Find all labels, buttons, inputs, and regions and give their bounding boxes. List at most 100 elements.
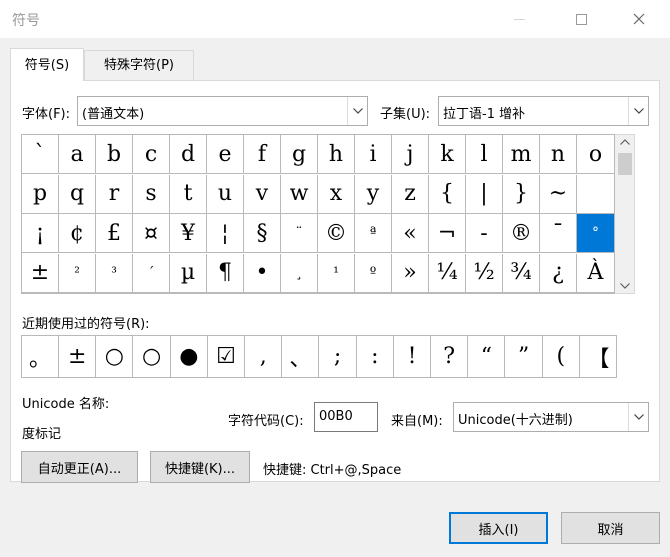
symbol-cell[interactable]: ® <box>503 214 540 253</box>
recent-symbol-cell[interactable]: , <box>245 336 283 377</box>
symbol-cell[interactable]: x <box>318 174 355 214</box>
shortcut-key-button[interactable]: 快捷键(K)... <box>150 451 250 483</box>
symbol-cell[interactable]: ¶ <box>207 253 244 293</box>
symbol-cell[interactable]: ¯ <box>540 214 577 253</box>
symbol-cell[interactable]: c <box>133 135 170 174</box>
symbol-cell[interactable]: t <box>170 174 207 214</box>
symbol-cell[interactable]: o <box>577 135 614 174</box>
symbol-cell[interactable]: ½ <box>466 253 503 293</box>
symbol-cell[interactable]: - <box>466 214 503 253</box>
recent-symbol-cell[interactable]: ○ <box>96 336 134 377</box>
symbol-cell[interactable]: º <box>355 253 392 293</box>
recent-symbol-cell[interactable]: : <box>357 336 394 377</box>
recent-symbol-cell[interactable]: ● <box>171 336 208 377</box>
recent-symbol-cell[interactable]: ☑ <box>208 336 245 377</box>
symbol-cell[interactable]: | <box>466 174 503 214</box>
symbol-cell[interactable]: n <box>540 135 577 174</box>
symbol-cell[interactable]: ± <box>22 253 59 293</box>
insert-button[interactable]: 插入(I) <box>449 512 548 544</box>
symbol-cell[interactable]: ¤ <box>133 214 170 253</box>
recent-symbol-cell[interactable]: ” <box>506 336 543 377</box>
symbol-cell[interactable]: » <box>392 253 429 293</box>
symbol-cell[interactable]: f <box>244 135 281 174</box>
symbol-cell[interactable]: ~ <box>540 174 577 214</box>
symbol-cell[interactable]: ¦ <box>207 214 244 253</box>
scroll-down-icon[interactable] <box>620 283 630 289</box>
symbol-cell[interactable]: ¨ <box>281 214 318 253</box>
recent-symbol-cell[interactable]: ± <box>59 336 97 377</box>
symbol-cell[interactable]: ¾ <box>503 253 540 293</box>
recent-symbol-cell[interactable]: ○ <box>134 336 171 377</box>
subset-select[interactable]: 拉丁语-1 增补 <box>438 96 649 126</box>
symbol-cell[interactable]: y <box>355 174 392 214</box>
symbol-cell[interactable]: e <box>207 135 244 174</box>
recent-symbol-cell[interactable]: ( <box>543 336 580 377</box>
recent-symbol-cell[interactable]: 、 <box>282 336 320 377</box>
symbol-cell[interactable]: } <box>503 174 540 214</box>
symbol-cell[interactable]: § <box>244 214 281 253</box>
symbol-cell[interactable]: À <box>577 254 614 293</box>
symbol-cell[interactable]: ¡ <box>22 214 59 253</box>
symbol-cell[interactable]: • <box>244 253 281 293</box>
symbol-cell[interactable]: ¸ <box>281 253 318 293</box>
symbol-cell[interactable]: g <box>281 135 318 174</box>
from-select[interactable]: Unicode(十六进制) <box>453 402 649 432</box>
recent-symbol-cell[interactable]: 【 <box>580 336 617 377</box>
symbol-cell[interactable] <box>577 175 614 214</box>
symbol-cell[interactable]: £ <box>96 214 133 253</box>
symbol-cell[interactable]: ¿ <box>540 253 577 293</box>
symbol-cell[interactable]: l <box>466 135 503 174</box>
recent-symbols-grid[interactable]: 。 ± ○ ○ ● ☑,、;:!? “”(【 <box>21 335 617 378</box>
symbol-cell[interactable]: d <box>170 135 207 174</box>
char-code-input[interactable]: 00B0 <box>314 402 378 432</box>
symbol-grid-scrollbar[interactable] <box>615 134 635 294</box>
symbol-cell[interactable]: « <box>392 214 429 253</box>
cancel-button[interactable]: 取消 <box>561 512 660 544</box>
recent-symbol-cell[interactable]: ; <box>320 336 357 377</box>
maximize-button[interactable] <box>558 0 604 38</box>
symbol-cell[interactable]: k <box>429 135 466 174</box>
recent-symbol-cell[interactable]: 。 <box>22 336 59 377</box>
symbol-cell[interactable]: p <box>22 174 59 214</box>
tab-symbols[interactable]: 符号(S) <box>10 48 84 81</box>
from-dropdown-button[interactable] <box>628 403 648 431</box>
scroll-up-icon[interactable] <box>620 139 630 145</box>
symbol-cell[interactable]: ¼ <box>429 253 466 293</box>
symbol-cell[interactable]: h <box>318 135 355 174</box>
recent-symbol-cell[interactable]: “ <box>468 336 506 377</box>
symbol-cell[interactable]: j <box>392 135 429 174</box>
symbol-cell[interactable]: s <box>133 174 170 214</box>
symbol-cell[interactable]: © <box>318 214 355 253</box>
symbol-cell[interactable]: ´ <box>133 253 170 293</box>
symbol-cell[interactable]: i <box>355 135 392 174</box>
font-select[interactable]: (普通文本) <box>77 96 368 126</box>
symbol-cell[interactable]: z <box>392 174 429 214</box>
symbol-cell[interactable]: ¢ <box>59 214 96 253</box>
symbol-cell[interactable]: r <box>96 174 133 214</box>
symbol-cell[interactable]: u <box>207 174 244 214</box>
symbol-cell[interactable]: b <box>96 135 133 174</box>
scroll-thumb[interactable] <box>618 153 632 175</box>
close-button[interactable] <box>616 0 662 38</box>
symbol-cell[interactable]: m <box>503 135 540 174</box>
symbol-cell[interactable]: ³ <box>96 253 133 293</box>
symbol-cell[interactable]: ¥ <box>170 214 207 253</box>
symbol-cell[interactable]: ° <box>577 214 614 253</box>
symbol-grid[interactable]: ` a b c d e f g h i j k l m n o p q r s t u v w x y z{|} ~ ¡ ¢ £ ¤ ¥ ¦ § ¨ ©… <box>21 134 615 294</box>
symbol-cell[interactable]: ¬ <box>429 214 466 253</box>
symbol-cell[interactable]: ª <box>355 214 392 253</box>
symbol-cell[interactable]: µ <box>170 253 207 293</box>
font-dropdown-button[interactable] <box>347 97 367 125</box>
recent-symbol-cell[interactable]: ? <box>431 336 469 377</box>
tab-special-characters[interactable]: 特殊字符(P) <box>84 50 194 80</box>
autocorrect-button[interactable]: 自动更正(A)... <box>21 451 138 483</box>
subset-dropdown-button[interactable] <box>628 97 648 125</box>
symbol-cell[interactable]: ² <box>59 253 96 293</box>
help-button[interactable] <box>496 0 542 38</box>
recent-symbol-cell[interactable]: ! <box>394 336 431 377</box>
symbol-cell[interactable]: { <box>429 174 466 214</box>
symbol-cell[interactable]: v <box>244 174 281 214</box>
symbol-cell[interactable]: a <box>59 135 96 174</box>
symbol-cell[interactable]: ` <box>22 135 59 174</box>
symbol-cell[interactable]: w <box>281 174 318 214</box>
